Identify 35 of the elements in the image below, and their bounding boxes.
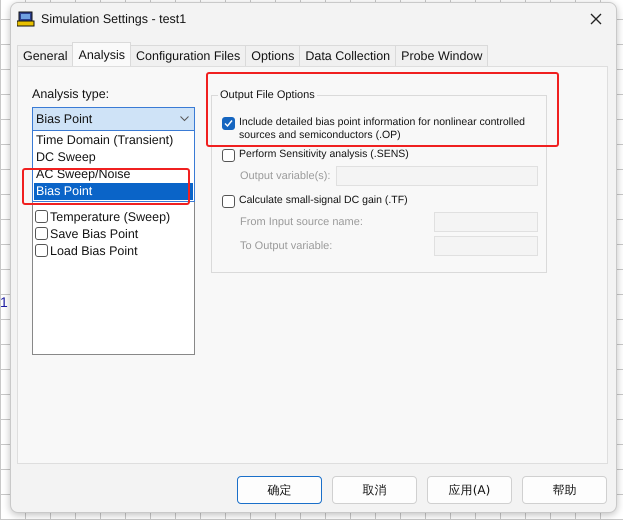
tab[interactable]: Options [245, 45, 300, 66]
checkbox-label[interactable]: Load Bias Point [50, 244, 138, 258]
field-label: Output variable(s): [240, 170, 332, 182]
dialog-button[interactable]: 取消 [332, 476, 417, 504]
checkbox-label[interactable]: Save Bias Point [50, 226, 138, 240]
checkbox-label[interactable]: Calculate small-signal DC gain (.TF) [239, 194, 538, 207]
checkbox[interactable] [222, 149, 235, 162]
checkbox[interactable] [222, 195, 235, 208]
computer-icon [17, 11, 35, 27]
field-label: From Input source name: [240, 216, 364, 228]
tab[interactable]: Probe Window [395, 45, 488, 66]
field-label: Analysis type: [32, 87, 110, 103]
analysis-type-dropdown[interactable]: Bias Point [32, 107, 195, 131]
checkbox-label[interactable]: Perform Sensitivity analysis (.SENS) [239, 148, 538, 161]
dialog-button[interactable]: 确定 [237, 476, 322, 504]
dropdown-item[interactable]: DC Sweep [34, 149, 193, 166]
window-title: Simulation Settings - test1 [41, 12, 188, 26]
field-label: To Output variable: [240, 240, 334, 252]
dialog-button[interactable]: 帮助 [522, 476, 607, 504]
checkbox[interactable] [35, 210, 48, 223]
checkbox-label[interactable]: Include detailed bias point information for nonlinear controlled sources and semiconductors (.OP) [239, 116, 538, 142]
tab[interactable]: Configuration Files [130, 45, 246, 66]
chevron-icon [180, 116, 189, 122]
checkbox[interactable] [222, 117, 235, 130]
checkbox[interactable] [35, 227, 48, 240]
checkbox-label[interactable]: Temperature (Sweep) [50, 210, 170, 224]
tab[interactable]: General [17, 45, 74, 66]
tab[interactable]: Analysis [72, 42, 132, 66]
dropdown-item[interactable]: Bias Point [34, 183, 193, 200]
checkbox[interactable] [35, 244, 48, 257]
schematic-label: 1 [0, 294, 8, 310]
group-title: Output File Options [218, 89, 317, 101]
dialog-button[interactable]: 应用(A) [427, 476, 512, 504]
close-icon[interactable] [590, 13, 602, 25]
dropdown-item[interactable]: Time Domain (Transient) [34, 132, 193, 149]
